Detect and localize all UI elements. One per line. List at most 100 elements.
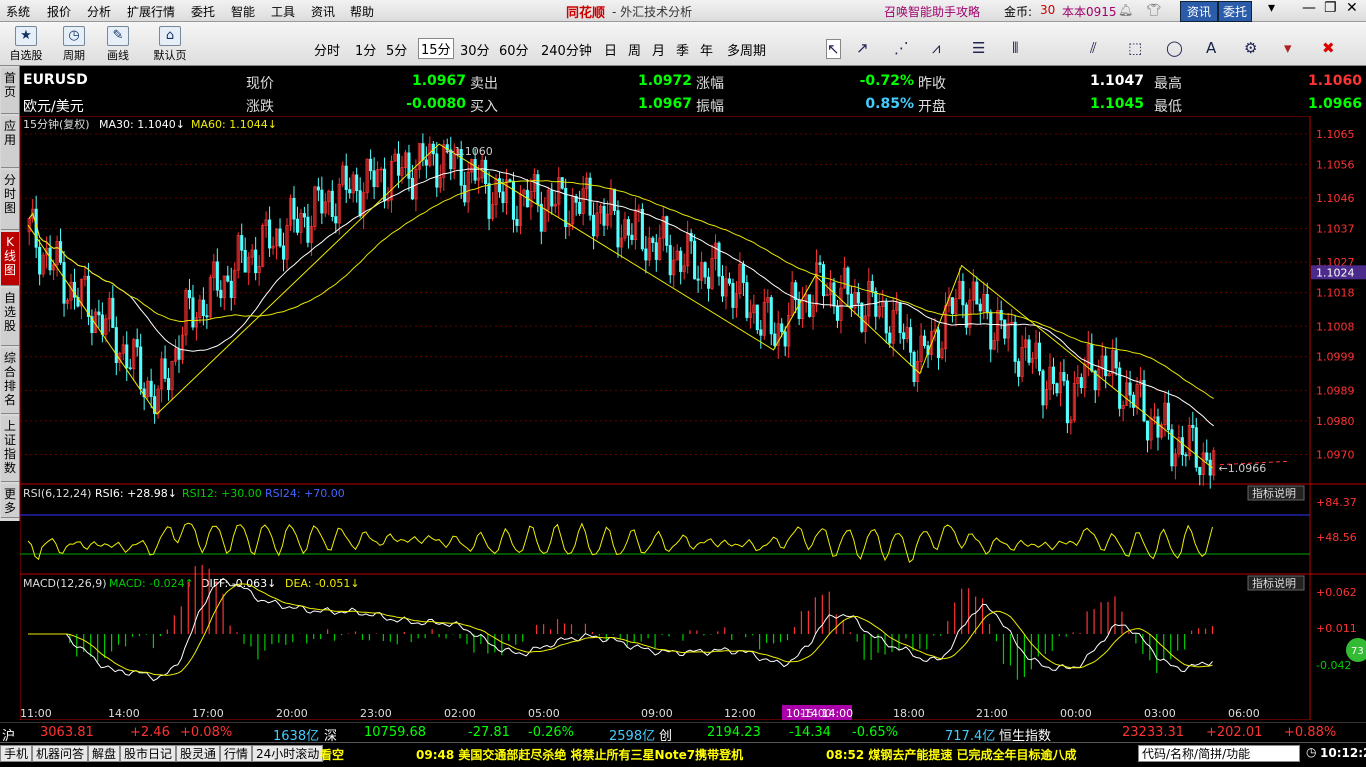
candle-body bbox=[86, 275, 90, 317]
bell-icon[interactable]: 🔔︎ bbox=[1118, 3, 1133, 17]
candle-body bbox=[424, 159, 428, 166]
kline-chart-area[interactable]: 1.1065 1.1056 1.1046 1.1037 1.1027 1.1018 1.10… bbox=[19, 115, 1366, 721]
period-season[interactable]: 季 bbox=[676, 40, 689, 59]
tab-24h-scroll[interactable]: 24小时滚动 bbox=[252, 745, 324, 762]
period-timeshare[interactable]: 分时 bbox=[314, 40, 340, 59]
menu-extended[interactable]: 扩展行情 bbox=[127, 3, 175, 20]
candle-body bbox=[985, 294, 989, 313]
menu-smart[interactable]: 智能 bbox=[231, 3, 255, 20]
quote-label: 昨收 bbox=[918, 76, 946, 92]
period-week[interactable]: 周 bbox=[628, 40, 641, 59]
period-day[interactable]: 日 bbox=[604, 40, 617, 59]
tab-guling[interactable]: 股灵通 bbox=[176, 745, 221, 762]
tab-mobile[interactable]: 手机 bbox=[0, 745, 33, 762]
candle-body bbox=[410, 177, 414, 200]
candle-body bbox=[487, 183, 491, 219]
period-240m[interactable]: 240分钟 bbox=[541, 40, 592, 59]
quote-value: -0.72% bbox=[859, 73, 914, 89]
sh-percent: +0.08% bbox=[180, 725, 233, 740]
tab-home[interactable]: 首页 bbox=[1, 68, 19, 114]
candle-body bbox=[1090, 343, 1094, 372]
candle-body bbox=[755, 304, 759, 331]
menu-arrow-icon[interactable]: ▾ bbox=[1268, 0, 1275, 16]
menu-tools[interactable]: 工具 bbox=[271, 3, 295, 20]
candle-body bbox=[975, 281, 979, 305]
candle-body bbox=[1194, 427, 1198, 468]
candle-body bbox=[626, 219, 630, 236]
period-60m[interactable]: 60分 bbox=[499, 40, 529, 59]
trade-button[interactable]: 委托 bbox=[1218, 1, 1253, 22]
period-30m[interactable]: 30分 bbox=[460, 40, 490, 59]
settings-icon[interactable]: ⚙ bbox=[1244, 39, 1257, 57]
channel-tool-icon[interactable]: ⫽ bbox=[1090, 39, 1097, 57]
candle-body bbox=[1104, 355, 1108, 377]
y-tick-label: 1.0980 bbox=[1316, 415, 1355, 428]
news-ticker-1[interactable]: 09:48 美国交通部赶尽杀绝 将禁止所有三星Note7携带登机 bbox=[416, 746, 743, 763]
period-month[interactable]: 月 bbox=[652, 40, 665, 59]
ray-tool-icon[interactable]: ⋰ bbox=[894, 39, 909, 57]
candle-body bbox=[515, 218, 519, 226]
candle-body bbox=[1003, 319, 1007, 339]
draw-button[interactable]: ✎ 画线 bbox=[98, 24, 138, 64]
tab-watchlist[interactable]: 自选股 bbox=[1, 288, 19, 346]
delete-icon[interactable]: ✖ bbox=[1322, 39, 1335, 57]
period-year[interactable]: 年 bbox=[700, 40, 713, 59]
version-link[interactable]: 本本0915 bbox=[1062, 3, 1117, 20]
candle-body bbox=[1145, 420, 1150, 441]
rect-tool-icon[interactable]: ⬚ bbox=[1128, 39, 1142, 57]
quote-label: 涨跌 bbox=[246, 99, 274, 115]
text-tool-icon[interactable]: A bbox=[1206, 39, 1216, 57]
fib-tool-icon[interactable]: ☰ bbox=[972, 39, 985, 57]
cycle-tool-icon[interactable]: ⦀ bbox=[1012, 39, 1019, 57]
search-input[interactable]: 代码/名称/简拼/功能 bbox=[1138, 745, 1300, 762]
quote-value: -0.0080 bbox=[406, 96, 466, 112]
minimize-icon[interactable]: — bbox=[1302, 0, 1316, 16]
tab-commentary[interactable]: 解盘 bbox=[88, 745, 121, 762]
tab-timeshare[interactable]: 分时图 bbox=[1, 170, 19, 230]
period-button[interactable]: ◷ 周期 bbox=[54, 24, 94, 64]
menu-quote[interactable]: 报价 bbox=[47, 3, 71, 20]
wave-tool-icon[interactable]: ⩘ bbox=[932, 39, 940, 57]
candle-body bbox=[794, 282, 798, 301]
tab-sh-index[interactable]: 上证指数 bbox=[1, 416, 19, 482]
candle-body bbox=[888, 332, 892, 344]
menu-analysis[interactable]: 分析 bbox=[87, 3, 111, 20]
tab-apps[interactable]: 应用 bbox=[1, 116, 19, 168]
ellipse-tool-icon[interactable]: ◯ bbox=[1166, 39, 1183, 57]
bookmark-icon[interactable]: ▾ bbox=[1284, 39, 1292, 57]
shirt-icon[interactable]: 👕︎ bbox=[1146, 3, 1161, 17]
news-ticker-2[interactable]: 08:52 煤钢去产能提速 已完成全年目标逾八成 bbox=[826, 746, 1077, 763]
candle-body bbox=[818, 262, 822, 265]
assistant-link[interactable]: 召唤智能助手攻略 bbox=[884, 3, 980, 20]
period-15m[interactable]: 15分 bbox=[418, 38, 454, 59]
candle-body bbox=[902, 332, 906, 340]
tab-robot-qa[interactable]: 机器问答 bbox=[32, 745, 89, 762]
tab-diary[interactable]: 股市日记 bbox=[120, 745, 177, 762]
menu-system[interactable]: 系统 bbox=[6, 3, 30, 20]
menu-help[interactable]: 帮助 bbox=[350, 3, 374, 20]
candle-body bbox=[759, 329, 763, 336]
period-1m[interactable]: 1分 bbox=[355, 40, 376, 59]
candle-body bbox=[1208, 459, 1212, 476]
period-5m[interactable]: 5分 bbox=[386, 40, 407, 59]
candle-body bbox=[316, 186, 320, 191]
news-button[interactable]: 资讯 bbox=[1180, 1, 1219, 22]
menu-trade[interactable]: 委托 bbox=[191, 3, 215, 20]
menu-info[interactable]: 资讯 bbox=[311, 3, 335, 20]
quote-value: 0.85% bbox=[865, 96, 914, 112]
candle-body bbox=[511, 180, 516, 220]
tab-kline[interactable]: K线图 bbox=[1, 232, 19, 286]
default-page-button[interactable]: ⌂ 默认页 bbox=[150, 24, 190, 64]
maximize-icon[interactable]: ❐ bbox=[1324, 0, 1337, 16]
tab-ranking[interactable]: 综合排名 bbox=[1, 348, 19, 414]
line-tool-icon[interactable]: ↗ bbox=[856, 39, 869, 57]
candle-body bbox=[665, 216, 669, 246]
close-icon[interactable]: ✕ bbox=[1346, 0, 1358, 16]
tab-more[interactable]: 更多 bbox=[1, 484, 19, 518]
period-multi[interactable]: 多周期 bbox=[727, 40, 766, 59]
cursor-tool-icon[interactable]: ↖ bbox=[826, 39, 841, 59]
candle-body bbox=[396, 153, 401, 176]
watchlist-button[interactable]: ★ 自选股 bbox=[6, 24, 46, 64]
candle-body bbox=[846, 267, 850, 295]
tab-market[interactable]: 行情 bbox=[220, 745, 253, 762]
